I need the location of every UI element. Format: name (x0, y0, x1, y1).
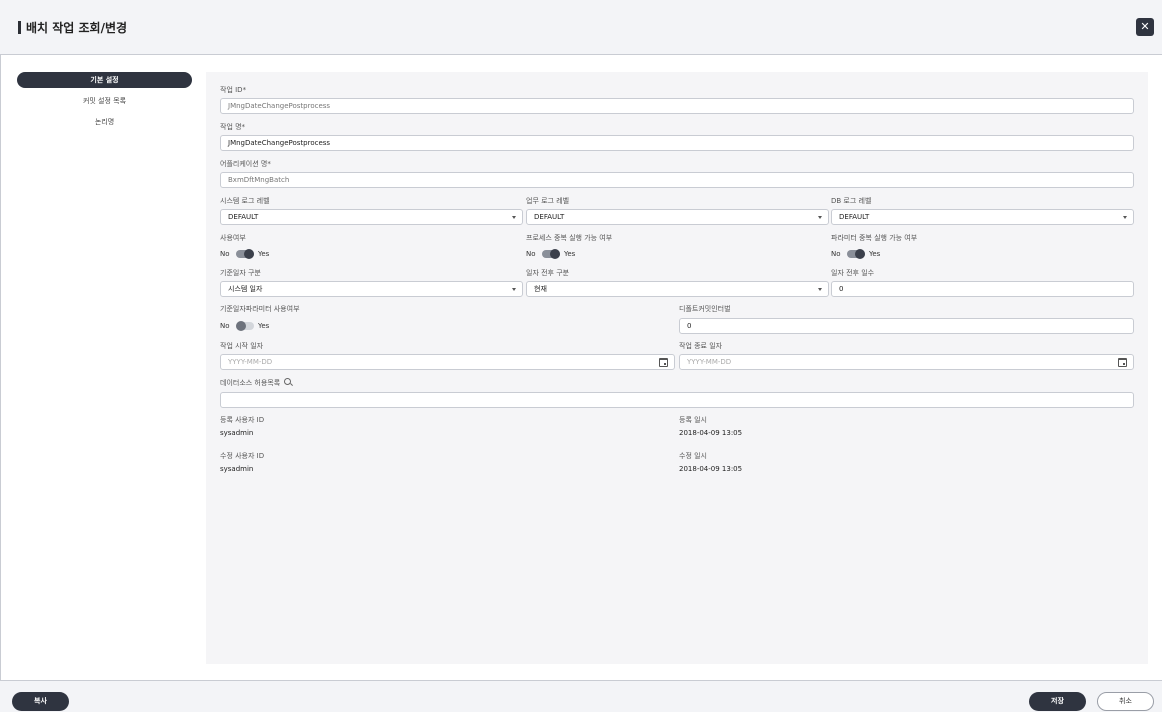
copy-button[interactable]: 복사 (12, 692, 69, 711)
toggle-off-label: No (831, 250, 841, 258)
mod-user-value: sysadmin (220, 465, 254, 473)
sys-log-level-select[interactable]: DEFAULT (220, 209, 523, 225)
calendar-icon[interactable] (1118, 358, 1127, 367)
base-date-type-label: 기준일자 구분 (220, 269, 261, 277)
title-accent-bar (18, 21, 21, 34)
datasource-label: 데이터소스 허용목록 (220, 379, 281, 387)
dialog-header: 배치 작업 조회/변경 ✕ (0, 0, 1162, 55)
param-dup-label: 파라미터 중복 실행 가능 여부 (831, 234, 918, 242)
chevron-down-icon (512, 288, 516, 291)
end-date-input[interactable]: YYYY-MM-DD (679, 354, 1134, 370)
reg-user-value: sysadmin (220, 429, 254, 437)
base-date-param-label: 기준일자파라미터 사용여부 (220, 305, 300, 313)
base-date-param-toggle-group: No Yes (220, 321, 280, 331)
biz-log-level-value: DEFAULT (534, 213, 565, 221)
reg-user-label: 등록 사용자 ID (220, 416, 265, 424)
toggle-off-label: No (220, 250, 230, 258)
toggle-on-label: Yes (258, 322, 270, 330)
date-rel-value: 현재 (534, 285, 547, 293)
base-date-type-select[interactable]: 시스템 일자 (220, 281, 523, 297)
date-rel-select[interactable]: 현재 (526, 281, 829, 297)
dialog-left-border (0, 55, 1, 680)
start-date-placeholder: YYYY-MM-DD (228, 358, 273, 366)
default-commit-label: 디폴트커밋인터벌 (679, 305, 731, 313)
use-yn-toggle-group: No Yes (220, 249, 280, 259)
toggle-off-label: No (526, 250, 536, 258)
db-log-level-select[interactable]: DEFAULT (831, 209, 1134, 225)
base-date-param-toggle[interactable] (236, 321, 254, 331)
save-button[interactable]: 저장 (1029, 692, 1086, 711)
db-log-level-label: DB 로그 레벨 (831, 197, 872, 205)
side-nav: 기본 설정 커밋 설정 목록 논리명 (17, 72, 192, 135)
calendar-icon[interactable] (659, 358, 668, 367)
start-date-label: 작업 시작 일자 (220, 342, 264, 350)
date-days-input[interactable]: 0 (831, 281, 1134, 297)
biz-log-level-select[interactable]: DEFAULT (526, 209, 829, 225)
nav-item-basic-settings[interactable]: 기본 설정 (17, 72, 192, 88)
biz-log-level-label: 업무 로그 레벨 (526, 197, 570, 205)
job-name-label: 작업 명* (220, 123, 246, 131)
proc-dup-toggle[interactable] (542, 249, 560, 259)
job-name-field[interactable]: JMngDateChangePostprocess (220, 135, 1134, 151)
app-name-label: 어플리케이션 명* (220, 160, 271, 168)
use-yn-label: 사용여부 (220, 234, 246, 242)
chevron-down-icon (1123, 216, 1127, 219)
chevron-down-icon (818, 216, 822, 219)
end-date-placeholder: YYYY-MM-DD (687, 358, 732, 366)
date-rel-label: 일자 전후 구분 (526, 269, 570, 277)
use-yn-toggle[interactable] (236, 249, 254, 259)
mod-user-label: 수정 사용자 ID (220, 452, 265, 460)
proc-dup-toggle-group: No Yes (526, 249, 586, 259)
toggle-off-label: No (220, 322, 230, 330)
param-dup-toggle-group: No Yes (831, 249, 891, 259)
search-icon[interactable] (284, 378, 291, 385)
app-name-field[interactable]: BxmDftMngBatch (220, 172, 1134, 188)
cancel-button[interactable]: 취소 (1097, 692, 1154, 711)
dialog-title: 배치 작업 조회/변경 (26, 21, 128, 35)
base-date-type-value: 시스템 일자 (228, 285, 263, 293)
mod-date-label: 수정 일시 (679, 452, 707, 460)
nav-item-commit-settings[interactable]: 커밋 설정 목록 (17, 93, 192, 109)
date-days-label: 일자 전후 일수 (831, 269, 875, 277)
toggle-on-label: Yes (564, 250, 576, 258)
nav-item-logical-name[interactable]: 논리명 (17, 114, 192, 130)
chevron-down-icon (512, 216, 516, 219)
close-icon[interactable]: ✕ (1136, 18, 1154, 36)
start-date-input[interactable]: YYYY-MM-DD (220, 354, 675, 370)
datasource-input[interactable] (220, 392, 1134, 408)
sys-log-level-label: 시스템 로그 레벨 (220, 197, 270, 205)
proc-dup-label: 프로세스 중복 실행 가능 여부 (526, 234, 613, 242)
job-id-label: 작업 ID* (220, 86, 247, 94)
param-dup-toggle[interactable] (847, 249, 865, 259)
db-log-level-value: DEFAULT (839, 213, 870, 221)
reg-date-label: 등록 일시 (679, 416, 707, 424)
sys-log-level-value: DEFAULT (228, 213, 259, 221)
toggle-on-label: Yes (258, 250, 270, 258)
toggle-on-label: Yes (869, 250, 881, 258)
dialog-footer: 복사 저장 취소 (0, 680, 1162, 712)
job-id-field[interactable]: JMngDateChangePostprocess (220, 98, 1134, 114)
reg-date-value: 2018-04-09 13:05 (679, 429, 743, 437)
chevron-down-icon (818, 288, 822, 291)
mod-date-value: 2018-04-09 13:05 (679, 465, 743, 473)
end-date-label: 작업 종료 일자 (679, 342, 723, 350)
default-commit-input[interactable]: 0 (679, 318, 1134, 334)
